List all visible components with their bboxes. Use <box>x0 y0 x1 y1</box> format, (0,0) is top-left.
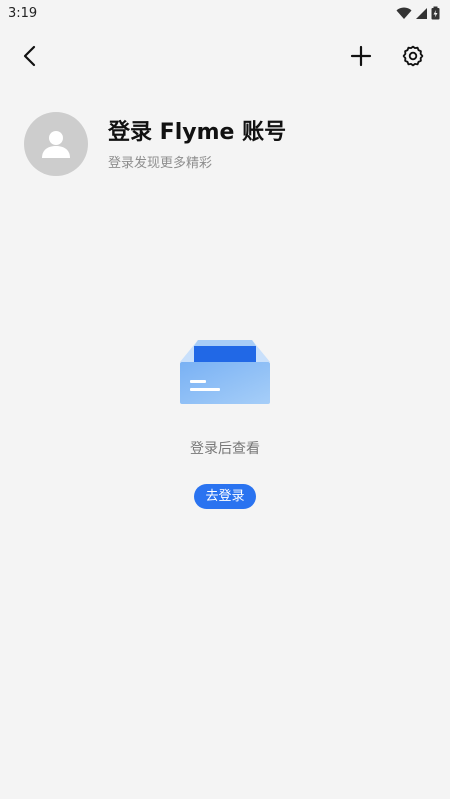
battery-icon <box>431 6 440 20</box>
add-button[interactable] <box>341 36 381 76</box>
cellular-signal-icon <box>416 7 427 19</box>
go-login-button[interactable]: 去登录 <box>194 484 256 509</box>
empty-state-message: 登录后查看 <box>190 441 260 457</box>
plus-icon <box>350 45 372 67</box>
gear-icon <box>402 45 424 67</box>
avatar[interactable] <box>24 112 88 176</box>
app-bar <box>0 30 450 82</box>
login-title[interactable]: 登录 Flyme 账号 <box>108 118 286 148</box>
login-subtitle: 登录发现更多精彩 <box>108 155 213 171</box>
status-time: 3:19 <box>8 5 38 21</box>
inbox-box-icon <box>180 340 270 404</box>
settings-button[interactable] <box>393 36 433 76</box>
status-bar: 3:19 <box>0 0 450 26</box>
wifi-icon <box>396 7 412 19</box>
chevron-left-icon <box>23 45 36 67</box>
back-button[interactable] <box>11 36 51 76</box>
status-icons <box>396 6 440 20</box>
person-icon <box>42 131 70 158</box>
empty-state: 登录后查看 去登录 <box>0 340 450 509</box>
profile-login-card[interactable]: 登录 Flyme 账号 登录发现更多精彩 <box>24 112 424 176</box>
